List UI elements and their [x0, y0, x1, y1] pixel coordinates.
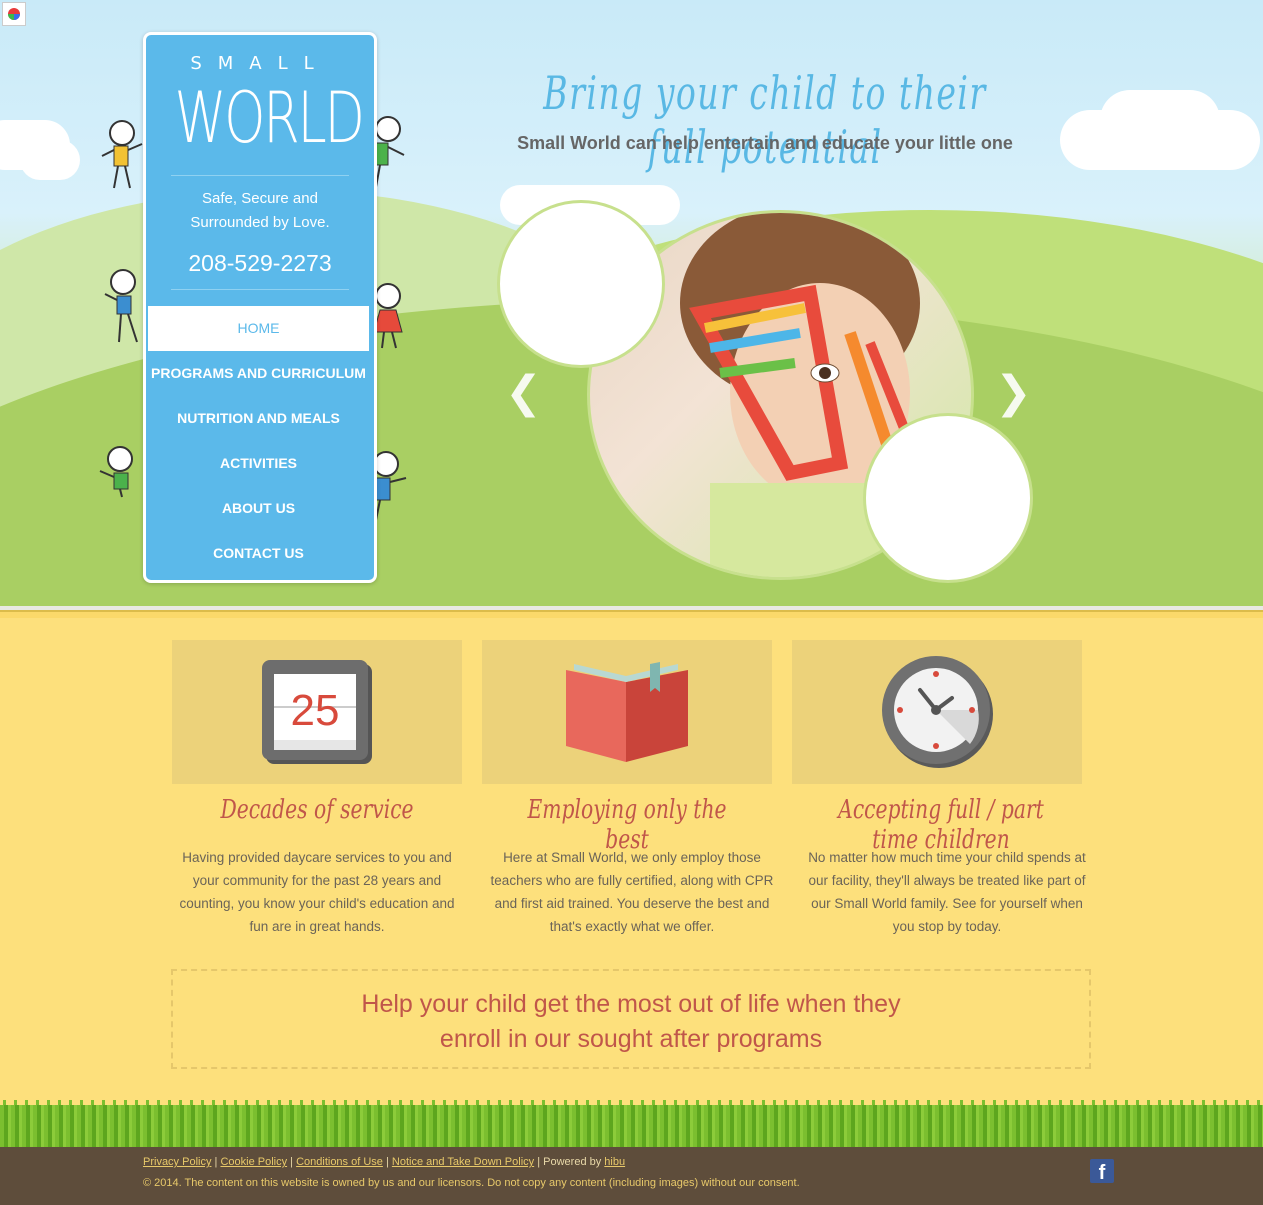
footer: Privacy Policy | Cookie Policy | Conditi…: [0, 1147, 1263, 1205]
calendar-icon: 25: [262, 660, 372, 764]
powered-by-label: Powered by: [543, 1156, 602, 1168]
logo-small-text: SMALL: [190, 53, 330, 74]
kid-doodle-icon: [101, 120, 143, 189]
main-nav: HOME PROGRAMS AND CURRICULUM NUTRITION A…: [148, 306, 369, 576]
feature-text: Here at Small World, we only employ thos…: [490, 850, 774, 934]
footer-links: Privacy Policy | Cookie Policy | Conditi…: [143, 1156, 625, 1168]
takedown-policy-link[interactable]: Notice and Take Down Policy: [392, 1156, 534, 1168]
cloud: [20, 140, 80, 180]
slider-circle-small: [863, 413, 1033, 583]
nav-item-home[interactable]: HOME: [148, 306, 369, 351]
hero-headline: Bring your child to their full potential: [543, 66, 987, 174]
tagline-line: Surrounded by Love.: [190, 214, 330, 231]
cookie-policy-link[interactable]: Cookie Policy: [220, 1156, 287, 1168]
privacy-policy-link[interactable]: Privacy Policy: [143, 1156, 211, 1168]
feature-text: No matter how much time your child spend…: [808, 850, 1086, 934]
grass-decoration: [0, 1105, 1263, 1147]
nav-item-contact[interactable]: CONTACT US: [148, 531, 369, 576]
hero-divider: [0, 610, 1263, 618]
cloud: [1100, 90, 1220, 150]
browser-extension-icon[interactable]: [2, 2, 26, 26]
feature-title: Decades of service: [220, 795, 414, 825]
nav-item-about[interactable]: ABOUT US: [148, 486, 369, 531]
enroll-callout: Help your child get the most out of life…: [171, 969, 1091, 1069]
kid-doodle-icon: [104, 269, 138, 343]
tagline-line: Safe, Secure and: [202, 190, 318, 207]
colorwheel-icon: [8, 8, 20, 20]
slider-circle-small: [497, 200, 665, 368]
slider-prev-button[interactable]: ❮: [505, 367, 542, 418]
tagline: Safe, Secure and Surrounded by Love.: [146, 187, 374, 235]
chevron-right-icon: ❯: [995, 367, 1032, 418]
phone-number[interactable]: 208-529-2273: [146, 250, 374, 277]
facebook-icon: f: [1098, 1162, 1106, 1183]
enroll-callout-line: Help your child get the most out of life…: [361, 990, 901, 1018]
nav-item-programs[interactable]: PROGRAMS AND CURRICULUM: [148, 351, 369, 396]
calendar-icon-text: 25: [291, 686, 340, 735]
sidebar: SMALL WORLD Safe, Secure and Surrounded …: [143, 32, 377, 583]
conditions-link[interactable]: Conditions of Use: [296, 1156, 383, 1168]
enroll-callout-line: enroll in our sought after programs: [439, 1025, 823, 1053]
book-icon: [566, 662, 688, 762]
hero-subhead: Small World can help entertain and educa…: [517, 133, 1013, 153]
slider-next-button[interactable]: ❯: [995, 367, 1032, 418]
feature-text: Having provided daycare services to you …: [179, 850, 455, 934]
hibu-link[interactable]: hibu: [604, 1156, 625, 1168]
nav-item-nutrition[interactable]: NUTRITION AND MEALS: [148, 396, 369, 441]
feature-icon-box: [792, 640, 1082, 784]
logo-world-text[interactable]: WORLD: [175, 77, 365, 159]
feature-icon-box: [482, 640, 772, 784]
kid-doodle-icon: [99, 446, 133, 498]
chevron-left-icon: ❮: [505, 367, 542, 418]
nav-item-activities[interactable]: ACTIVITIES: [148, 441, 369, 486]
divider: [171, 175, 349, 176]
divider: [171, 289, 349, 290]
feature-icon-box: 25: [172, 640, 462, 784]
facebook-button[interactable]: f: [1090, 1159, 1114, 1183]
clock-icon: [882, 656, 993, 768]
copyright-text: © 2014. The content on this website is o…: [143, 1177, 800, 1189]
